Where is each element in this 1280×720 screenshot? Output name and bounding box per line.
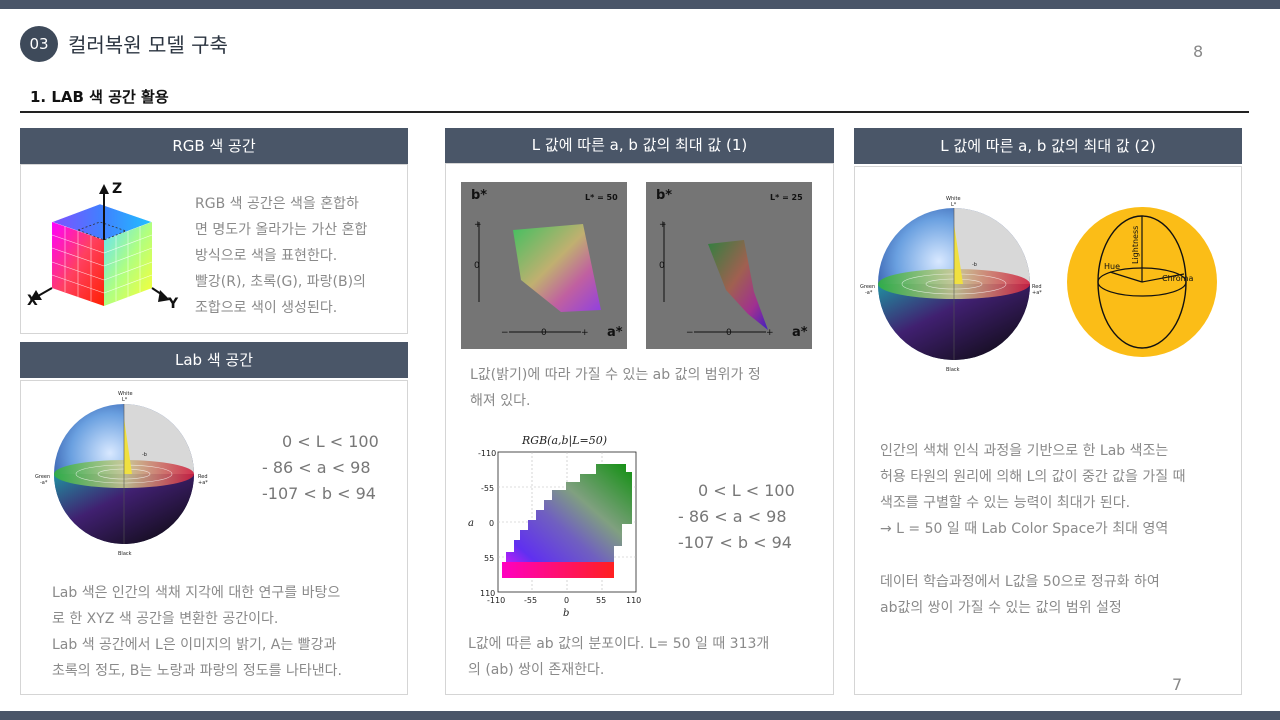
svg-text:-b: -b bbox=[142, 452, 147, 458]
svg-text:b: b bbox=[563, 608, 569, 619]
svg-text:Black: Black bbox=[946, 367, 960, 373]
rgb-description: RGB 색 공간은 색을 혼합하 면 명도가 올라가는 가산 혼합 방식으로 색… bbox=[195, 191, 367, 321]
svg-text:a*: a* bbox=[607, 325, 623, 340]
text-line: 방식으로 색을 표현한다. bbox=[195, 248, 338, 264]
svg-text:-b: -b bbox=[972, 262, 977, 268]
text-line: L값에 따른 ab 값의 분포이다. L= 50 일 때 313개 bbox=[468, 636, 770, 652]
range-b: -107 < b < 94 bbox=[262, 484, 376, 503]
svg-text:0: 0 bbox=[474, 261, 480, 271]
l1-ranges: 0 < L < 100 - 86 < a < 98 -107 < b < 94 bbox=[678, 478, 795, 556]
text-line: 해져 있다. bbox=[470, 393, 531, 409]
svg-text:0: 0 bbox=[541, 328, 547, 338]
section-number-badge: 03 bbox=[20, 26, 58, 62]
text-line: 데이터 학습과정에서 L값을 50으로 정규화 하여 bbox=[880, 574, 1160, 590]
svg-text:L*: L* bbox=[122, 397, 128, 403]
axis-y-label: Y bbox=[167, 296, 179, 312]
svg-text:-55: -55 bbox=[524, 596, 537, 605]
range-b: -107 < b < 94 bbox=[678, 533, 792, 552]
range-a: - 86 < a < 98 bbox=[678, 507, 787, 526]
text-line: 인간의 색채 인식 과정을 기반으로 한 Lab 색조는 bbox=[880, 443, 1169, 459]
bottom-bar bbox=[0, 711, 1280, 720]
text-line: ab값의 쌍이 가질 수 있는 값의 범위 설정 bbox=[880, 600, 1122, 616]
lab-panel-title: Lab 색 공간 bbox=[20, 342, 408, 378]
text-line: 조합으로 색이 생성된다. bbox=[195, 300, 338, 316]
page-number-top: 8 bbox=[1193, 42, 1204, 61]
svg-text:-a*: -a* bbox=[865, 290, 873, 296]
chroma-label: Chroma bbox=[1162, 274, 1193, 283]
subheading: 1. LAB 색 공간 활용 bbox=[30, 88, 169, 106]
l1-distribution-description: L값에 따른 ab 값의 분포이다. L= 50 일 때 313개 의 (ab)… bbox=[468, 631, 769, 683]
chart-title: RGB(a,b|L=50) bbox=[521, 434, 607, 448]
svg-text:+: + bbox=[581, 328, 589, 338]
lab-sphere-illustration-2: White L* Green -a* Red +a* -b Black bbox=[860, 196, 1042, 373]
text-line: → L = 50 일 때 Lab Color Space가 최대 영역 bbox=[880, 521, 1169, 537]
svg-text:+: + bbox=[474, 220, 482, 230]
l2-training-description: 데이터 학습과정에서 L값을 50으로 정규화 하여 ab값의 쌍이 가질 수 … bbox=[880, 569, 1160, 621]
text-line: 빨강(R), 초록(G), 파랑(B)의 bbox=[195, 274, 366, 290]
svg-text:a: a bbox=[468, 518, 474, 529]
rgb-cube-illustration: Z X Y bbox=[27, 181, 179, 312]
hue-label: Hue bbox=[1104, 262, 1120, 271]
svg-text:−: − bbox=[501, 328, 509, 338]
text-line: 색조를 구별할 수 있는 능력이 최대가 된다. bbox=[880, 495, 1131, 511]
text-line: RGB 색 공간은 색을 혼합하 bbox=[195, 196, 359, 212]
heading-rule bbox=[20, 111, 1249, 113]
text-line: L값(밝기)에 따라 가질 수 있는 ab 값의 범위가 정 bbox=[470, 367, 761, 383]
range-a: - 86 < a < 98 bbox=[262, 458, 371, 477]
svg-text:+a*: +a* bbox=[1032, 290, 1042, 296]
l1-panel-title: L 값에 따른 a, b 값의 최대 값 (1) bbox=[445, 128, 834, 163]
range-l: 0 < L < 100 bbox=[282, 432, 379, 451]
svg-text:0: 0 bbox=[489, 519, 494, 528]
rgb-ab-distribution-chart: RGB(a,b|L=50) -110 -55 0 55 110 -110 -55… bbox=[468, 434, 641, 619]
svg-text:0: 0 bbox=[564, 596, 569, 605]
ab-plot-l50: b* L* = 50 a* + 0 − 0 + bbox=[461, 182, 627, 349]
text-line: Lab 색은 인간의 색채 지각에 대한 연구를 바탕으 bbox=[52, 585, 341, 601]
svg-text:-a*: -a* bbox=[40, 480, 48, 486]
tolerance-ellipse-diagram: Lightness Hue Chroma bbox=[1067, 207, 1217, 357]
svg-text:0: 0 bbox=[659, 261, 665, 271]
text-line: 의 (ab) 쌍이 존재한다. bbox=[468, 662, 605, 678]
l1-description: L값(밝기)에 따라 가질 수 있는 ab 값의 범위가 정 해져 있다. bbox=[470, 362, 761, 414]
l2-description: 인간의 색채 인식 과정을 기반으로 한 Lab 색조는 허용 타원의 원리에 … bbox=[880, 438, 1185, 542]
svg-text:55: 55 bbox=[484, 554, 494, 563]
section-title: 컬러복원 모델 구축 bbox=[68, 33, 228, 57]
svg-text:-55: -55 bbox=[481, 484, 494, 493]
text-line: 로 한 XYZ 색 공간을 변환한 공간이다. bbox=[52, 611, 279, 627]
lab-description: Lab 색은 인간의 색채 지각에 대한 연구를 바탕으 로 한 XYZ 색 공… bbox=[52, 580, 342, 684]
svg-text:L* = 50: L* = 50 bbox=[585, 193, 618, 202]
svg-text:L*: L* bbox=[951, 202, 957, 208]
svg-text:+: + bbox=[659, 220, 667, 230]
range-l: 0 < L < 100 bbox=[698, 481, 795, 500]
svg-text:55: 55 bbox=[596, 596, 606, 605]
svg-text:+a*: +a* bbox=[198, 480, 208, 486]
svg-text:110: 110 bbox=[626, 596, 641, 605]
svg-text:b*: b* bbox=[656, 188, 672, 203]
svg-text:L* = 25: L* = 25 bbox=[770, 193, 803, 202]
lightness-label: Lightness bbox=[1131, 226, 1140, 264]
svg-text:0: 0 bbox=[726, 328, 732, 338]
svg-text:b*: b* bbox=[471, 188, 487, 203]
page-number-bottom: 7 bbox=[1172, 675, 1183, 694]
svg-text:−: − bbox=[686, 328, 694, 338]
text-line: 초록의 정도, B는 노랑과 파랑의 정도를 나타낸다. bbox=[52, 663, 342, 679]
l2-panel-title: L 값에 따른 a, b 값의 최대 값 (2) bbox=[854, 128, 1242, 164]
text-line: 면 명도가 올라가는 가산 혼합 bbox=[195, 222, 368, 238]
svg-text:-110: -110 bbox=[487, 596, 505, 605]
svg-text:Black: Black bbox=[118, 551, 132, 557]
lab-ranges: 0 < L < 100 - 86 < a < 98 -107 < b < 94 bbox=[262, 429, 379, 507]
top-bar bbox=[0, 0, 1280, 9]
text-line: 허용 타원의 원리에 의해 L의 값이 중간 값을 가질 때 bbox=[880, 469, 1186, 485]
svg-text:+: + bbox=[766, 328, 774, 338]
ab-plot-l25: b* L* = 25 a* + 0 − 0 + bbox=[646, 182, 812, 349]
svg-text:a*: a* bbox=[792, 325, 808, 340]
axis-z-label: Z bbox=[112, 181, 122, 197]
axis-x-label: X bbox=[27, 293, 38, 309]
rgb-panel-title: RGB 색 공간 bbox=[20, 128, 408, 164]
lab-sphere-illustration: White L* Green -a* Red +a* -b Black bbox=[35, 391, 208, 557]
text-line: Lab 색 공간에서 L은 이미지의 밝기, A는 빨강과 bbox=[52, 637, 337, 653]
svg-text:-110: -110 bbox=[478, 449, 496, 458]
